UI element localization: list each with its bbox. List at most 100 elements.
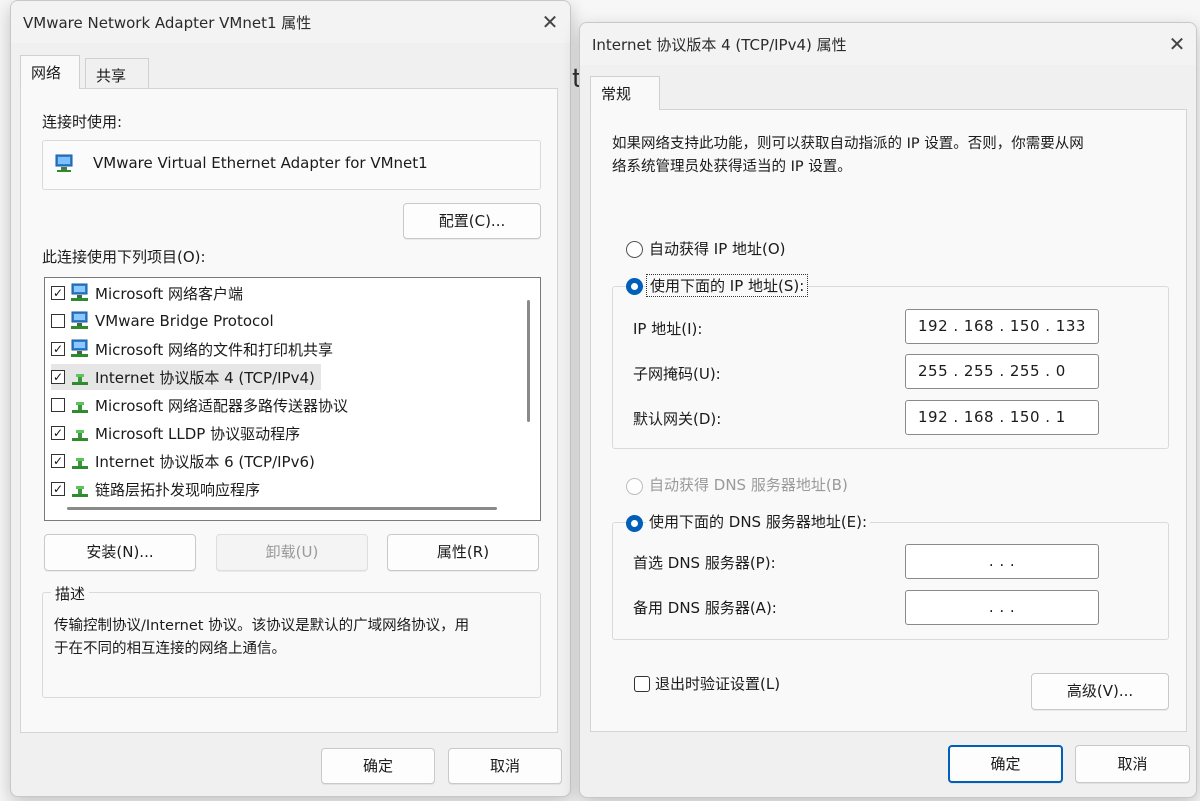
adapter-properties-dialog: VMware Network Adapter VMnet1 属性 ✕ 网络 共享… <box>10 0 571 797</box>
item-label: VMware Bridge Protocol <box>95 312 274 330</box>
alternate-dns-label: 备用 DNS 服务器(A): <box>633 599 777 617</box>
protocol-icon <box>69 451 91 471</box>
uninstall-button[interactable]: 卸载(U) <box>216 534 368 571</box>
list-item[interactable]: ✓ Microsoft 网络客户端 <box>51 280 249 306</box>
item-label: Microsoft 网络的文件和打印机共享 <box>95 340 334 359</box>
ipv4-properties-dialog: Internet 协议版本 4 (TCP/IPv4) 属性 ✕ 常规 如果网络支… <box>579 22 1197 798</box>
item-checkbox[interactable]: ✓ <box>51 370 65 384</box>
network-adapter-icon <box>54 154 76 174</box>
tab-network-label: 网络 <box>31 64 62 82</box>
network-client-icon <box>69 339 91 359</box>
right-cancel-button-label: 取消 <box>1117 755 1148 773</box>
network-client-icon <box>69 283 91 303</box>
item-label: Microsoft 网络适配器多路传送器协议 <box>95 396 349 415</box>
general-tab-panel: 如果网络支持此功能，则可以获取自动指派的 IP 设置。否则，你需要从网 络系统管… <box>590 109 1187 732</box>
items-list[interactable]: ✓ Microsoft 网络客户端 VMware Bridge Protocol ✓ M… <box>44 277 541 521</box>
gateway-label: 默认网关(D): <box>633 410 722 428</box>
auto-ip-label[interactable]: 自动获得 IP 地址(O) <box>649 238 786 259</box>
protocol-icon <box>69 479 91 499</box>
list-item[interactable]: VMware Bridge Protocol <box>51 308 280 334</box>
install-button[interactable]: 安装(N)... <box>44 534 196 571</box>
right-ok-button[interactable]: 确定 <box>948 745 1063 783</box>
intro-line-1: 如果网络支持此功能，则可以获取自动指派的 IP 设置。否则，你需要从网 <box>612 136 1084 152</box>
auto-dns-radio[interactable] <box>626 478 643 495</box>
item-checkbox[interactable] <box>51 314 65 328</box>
item-checkbox[interactable]: ✓ <box>51 482 65 496</box>
item-label: Internet 协议版本 4 (TCP/IPv4) <box>95 368 315 387</box>
uninstall-button-label: 卸载(U) <box>265 543 319 561</box>
protocol-icon <box>69 423 91 443</box>
manual-dns-label[interactable]: 使用下面的 DNS 服务器地址(E): <box>646 511 871 532</box>
validate-checkbox[interactable] <box>634 676 650 692</box>
item-checkbox[interactable]: ✓ <box>51 342 65 356</box>
close-icon[interactable]: ✕ <box>1164 31 1190 57</box>
advanced-button[interactable]: 高级(V)... <box>1031 673 1169 710</box>
list-item[interactable]: ✓ Microsoft 网络的文件和打印机共享 <box>51 336 339 362</box>
list-item[interactable]: Microsoft 网络适配器多路传送器协议 <box>51 392 354 418</box>
tab-general-label: 常规 <box>601 85 632 103</box>
network-tab-panel: 连接时使用: VMware Virtual Ethernet Adapter f… <box>20 88 558 733</box>
item-checkbox[interactable]: ✓ <box>51 286 65 300</box>
items-label: 此连接使用下列项目(O): <box>42 248 206 266</box>
connect-using-label: 连接时使用: <box>42 113 123 131</box>
protocol-icon <box>69 395 91 415</box>
alternate-dns-input[interactable]: . . . <box>905 590 1099 625</box>
gateway-value: 192 . 168 . 150 . 1 <box>918 408 1066 426</box>
left-cancel-button-label: 取消 <box>489 757 520 775</box>
tab-network[interactable]: 网络 <box>20 55 80 89</box>
left-cancel-button[interactable]: 取消 <box>448 748 562 784</box>
list-item[interactable]: ✓ Internet 协议版本 4 (TCP/IPv4) <box>51 364 321 390</box>
preferred-dns-value: . . . <box>988 552 1016 570</box>
install-button-label: 安装(N)... <box>86 543 154 561</box>
subnet-mask-input[interactable]: 255 . 255 . 255 . 0 <box>905 354 1099 389</box>
manual-ip-radio[interactable] <box>626 278 643 295</box>
left-ok-button[interactable]: 确定 <box>321 748 435 784</box>
validate-label[interactable]: 退出时验证设置(L) <box>655 673 780 694</box>
item-checkbox[interactable] <box>51 398 65 412</box>
list-item[interactable]: ✓ Internet 协议版本 6 (TCP/IPv6) <box>51 448 321 474</box>
auto-dns-label[interactable]: 自动获得 DNS 服务器地址(B) <box>649 474 848 495</box>
list-item[interactable]: ✓ Microsoft LLDP 协议驱动程序 <box>51 420 306 446</box>
tab-sharing-label: 共享 <box>96 67 127 85</box>
left-ok-button-label: 确定 <box>362 757 393 775</box>
adapter-box: VMware Virtual Ethernet Adapter for VMne… <box>42 140 541 190</box>
manual-dns-radio[interactable] <box>626 515 643 532</box>
ip-address-label: IP 地址(I): <box>633 320 703 338</box>
advanced-button-label: 高级(V)... <box>1066 682 1134 700</box>
item-label: Internet 协议版本 6 (TCP/IPv6) <box>95 452 315 471</box>
left-titlebar: VMware Network Adapter VMnet1 属性 ✕ <box>11 1 570 43</box>
item-label: Microsoft 网络客户端 <box>95 284 244 303</box>
adapter-name: VMware Virtual Ethernet Adapter for VMne… <box>93 154 428 172</box>
list-item[interactable]: ✓ 链路层拓扑发现响应程序 <box>51 476 266 502</box>
left-dialog-title: VMware Network Adapter VMnet1 属性 <box>23 14 312 32</box>
item-checkbox[interactable]: ✓ <box>51 426 65 440</box>
properties-button[interactable]: 属性(R) <box>387 534 539 571</box>
tab-sharing[interactable]: 共享 <box>85 58 149 90</box>
intro-line-2: 络系统管理员处获得适当的 IP 设置。 <box>612 159 852 175</box>
manual-ip-label[interactable]: 使用下面的 IP 地址(S): <box>646 274 809 297</box>
preferred-dns-label: 首选 DNS 服务器(P): <box>633 554 776 572</box>
subnet-mask-label: 子网掩码(U): <box>633 365 721 383</box>
tab-general[interactable]: 常规 <box>590 76 660 110</box>
list-scrollbar-horizontal[interactable] <box>67 507 497 510</box>
configure-button-label: 配置(C)... <box>438 212 506 230</box>
list-scrollbar-vertical[interactable] <box>527 300 530 422</box>
item-checkbox[interactable]: ✓ <box>51 454 65 468</box>
preferred-dns-input[interactable]: . . . <box>905 544 1099 579</box>
gateway-input[interactable]: 192 . 168 . 150 . 1 <box>905 400 1099 435</box>
description-text-2: 于在不同的相互连接的网络上通信。 <box>54 641 286 657</box>
item-label: Microsoft LLDP 协议驱动程序 <box>95 424 301 443</box>
right-dialog-title: Internet 协议版本 4 (TCP/IPv4) 属性 <box>592 36 847 54</box>
ip-address-input[interactable]: 192 . 168 . 150 . 133 <box>905 309 1099 344</box>
ip-address-value: 192 . 168 . 150 . 133 <box>918 317 1086 335</box>
network-protocol-icon <box>69 311 91 331</box>
close-icon[interactable]: ✕ <box>537 9 563 35</box>
description-label: 描述 <box>51 583 90 604</box>
subnet-mask-value: 255 . 255 . 255 . 0 <box>918 362 1066 380</box>
alternate-dns-value: . . . <box>988 598 1016 616</box>
right-titlebar: Internet 协议版本 4 (TCP/IPv4) 属性 ✕ <box>580 23 1196 65</box>
protocol-icon <box>69 367 91 387</box>
right-cancel-button[interactable]: 取消 <box>1075 745 1190 783</box>
configure-button[interactable]: 配置(C)... <box>403 203 541 239</box>
auto-ip-radio[interactable] <box>626 241 643 258</box>
